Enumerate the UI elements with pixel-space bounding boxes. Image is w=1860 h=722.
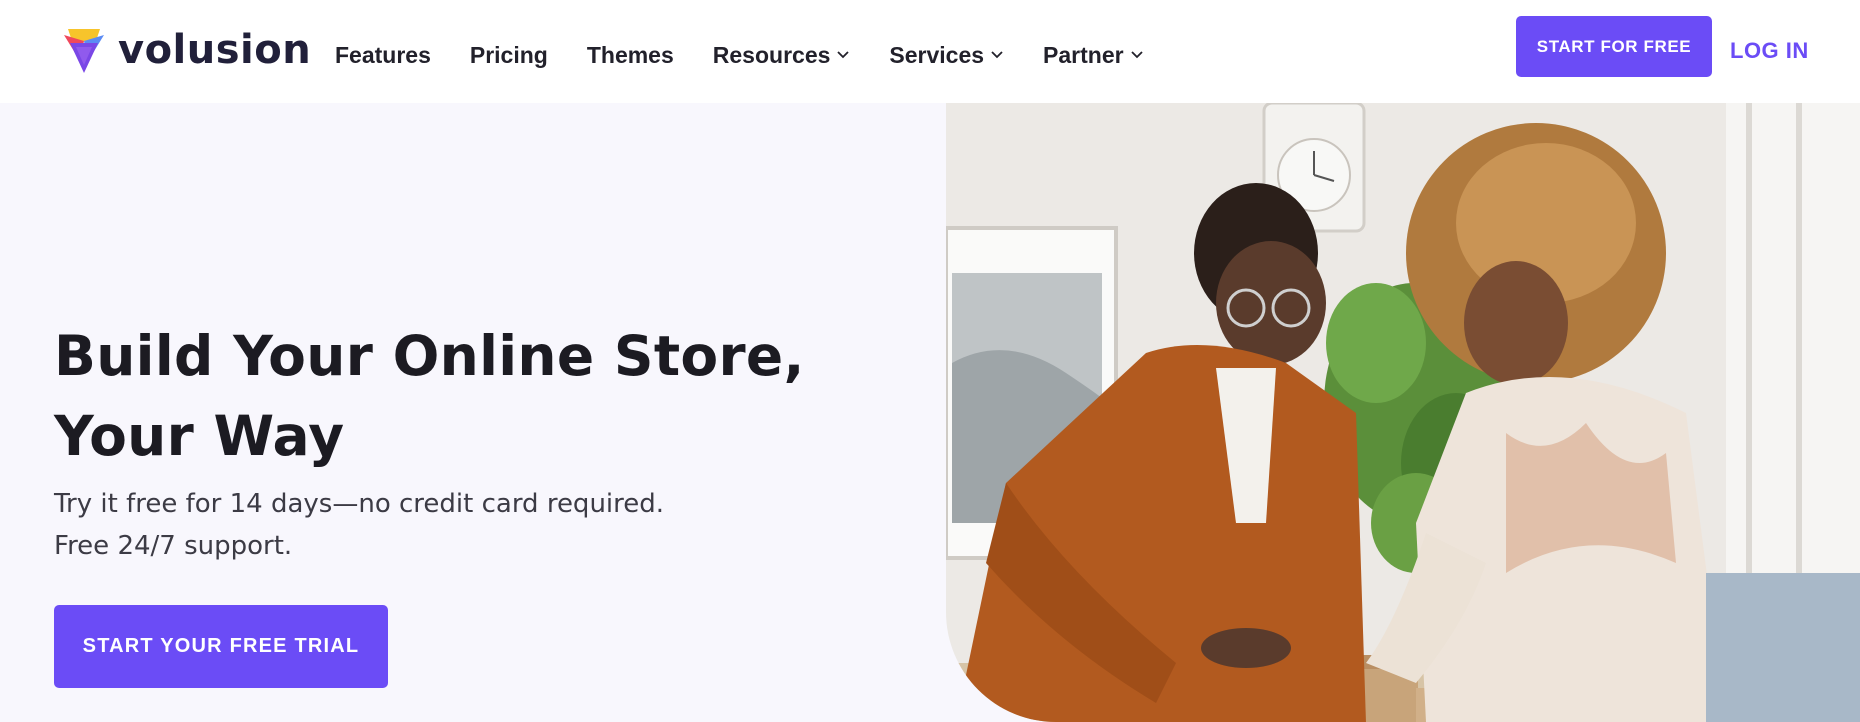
nav-item-label: Features: [335, 41, 431, 68]
nav-item-services[interactable]: Services: [889, 42, 1004, 69]
hero-image: [946, 103, 1860, 722]
chevron-down-icon: [1130, 51, 1143, 59]
chevron-down-icon: [991, 51, 1003, 59]
login-link[interactable]: LOG IN: [1730, 38, 1809, 64]
nav-item-partner[interactable]: Partner: [1043, 42, 1144, 69]
start-for-free-button[interactable]: START FOR FREE: [1516, 16, 1712, 77]
nav-item-label: Themes: [586, 41, 674, 68]
nav-item-resources[interactable]: Resources: [713, 42, 851, 69]
nav-item-themes[interactable]: Themes: [587, 42, 674, 69]
hero-title: Build Your Online Store, Your Way: [54, 316, 874, 476]
logo-link[interactable]: volusion: [62, 27, 311, 75]
hero-subtitle: Try it free for 14 days—no credit card r…: [54, 483, 874, 567]
nav-item-features[interactable]: Features: [335, 42, 431, 69]
hero-photo-illustration: [946, 103, 1860, 722]
chevron-down-icon: [837, 51, 850, 59]
start-free-trial-button[interactable]: START YOUR FREE TRIAL: [54, 605, 388, 688]
volusion-logo-icon: [64, 29, 104, 73]
nav-item-label: Pricing: [469, 41, 548, 68]
nav-item-label: Partner: [1043, 41, 1124, 68]
main-nav: Features Pricing Themes Resources Servic…: [335, 38, 1183, 72]
site-header: volusion Features Pricing Themes Resourc…: [0, 0, 1860, 103]
nav-item-pricing[interactable]: Pricing: [470, 42, 548, 69]
hero-title-line: Your Way: [54, 404, 345, 468]
hero-subtitle-line: Free 24/7 support.: [54, 531, 293, 561]
nav-item-label: Resources: [712, 41, 831, 68]
hero-title-line: Build Your Online Store,: [54, 324, 805, 388]
hero-section: Build Your Online Store, Your Way Try it…: [0, 103, 1860, 722]
nav-item-label: Services: [889, 41, 985, 68]
hero-subtitle-line: Try it free for 14 days—no credit card r…: [54, 489, 665, 519]
logo-wordmark: volusion: [118, 26, 312, 73]
